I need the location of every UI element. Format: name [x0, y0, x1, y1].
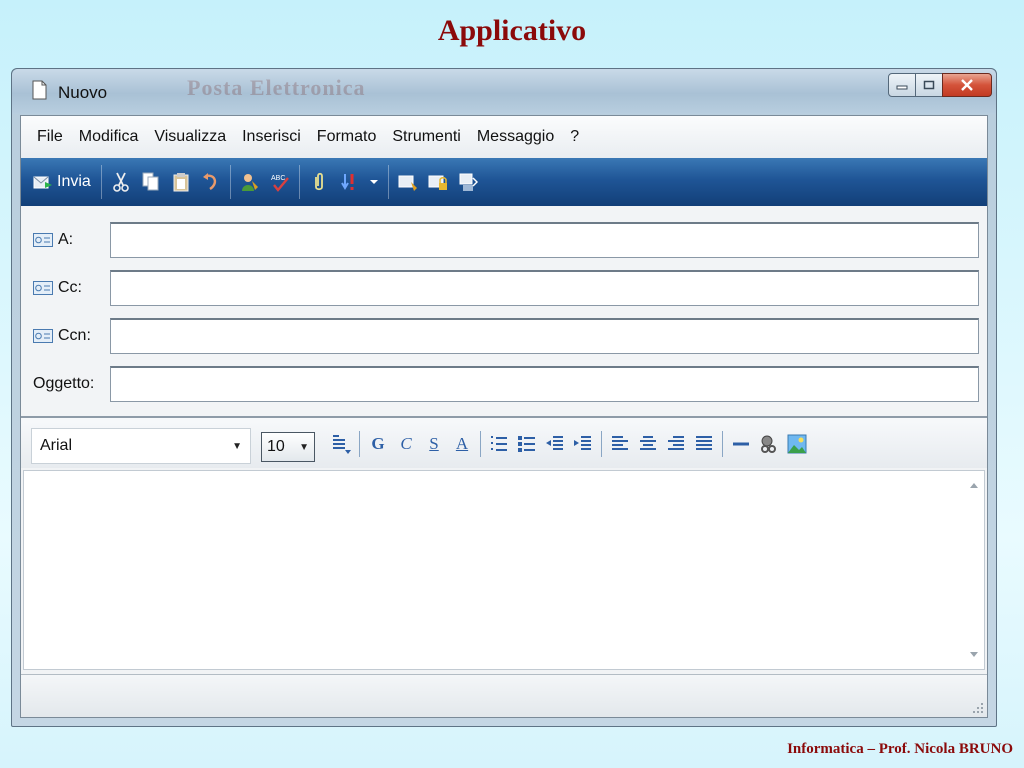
bcc-label-button[interactable]: Ccn: — [33, 327, 91, 345]
format-separator — [359, 431, 360, 457]
minimize-icon — [896, 85, 908, 90]
close-button[interactable] — [942, 73, 992, 97]
header-pane: A: Cc: Ccn: Oggetto: — [21, 206, 987, 418]
font-select-value: Arial — [40, 437, 73, 454]
font-color-button[interactable]: A — [451, 433, 473, 455]
align-left-icon[interactable] — [609, 433, 631, 455]
resize-grip-icon[interactable] — [972, 702, 984, 714]
send-icon — [33, 176, 52, 189]
sign-icon[interactable] — [397, 171, 419, 193]
subject-label: Oggetto: — [33, 375, 95, 392]
send-button[interactable]: Invia — [27, 167, 97, 197]
formatting-toolbar: Arial ▼ 10 ▼ G C S A — [21, 418, 987, 468]
encrypt-icon[interactable] — [427, 171, 449, 193]
decrease-indent-icon[interactable] — [544, 433, 566, 455]
to-label: A: — [58, 231, 74, 248]
spellcheck-icon[interactable]: ABC — [269, 171, 291, 193]
to-field[interactable] — [110, 222, 979, 258]
cc-field[interactable] — [110, 270, 979, 306]
menu-edit[interactable]: Modifica — [79, 128, 139, 146]
chevron-down-icon: ▼ — [232, 440, 242, 452]
subject-row: Oggetto: — [21, 366, 987, 404]
menu-view[interactable]: Visualizza — [154, 128, 226, 146]
bcc-field[interactable] — [110, 318, 979, 354]
cc-label: Cc: — [58, 279, 82, 296]
send-label: Invia — [57, 173, 91, 190]
font-select[interactable]: Arial ▼ — [31, 428, 251, 464]
main-toolbar: Invia ABC — [21, 158, 987, 206]
numbered-list-icon[interactable] — [488, 433, 510, 455]
compose-window: Nuovo Posta Elettronica File Modifica Vi… — [11, 68, 997, 727]
title-watermark: Posta Elettronica — [187, 75, 366, 100]
menu-message[interactable]: Messaggio — [477, 128, 554, 146]
to-label-button[interactable]: A: — [33, 231, 73, 249]
contact-card-icon — [33, 329, 53, 343]
to-row: A: — [21, 222, 987, 260]
toolbar-separator — [298, 165, 300, 199]
toolbar-separator — [100, 165, 102, 199]
status-bar — [21, 674, 987, 717]
contact-card-icon — [33, 233, 53, 247]
menu-file[interactable]: File — [37, 128, 63, 146]
menu-help[interactable]: ? — [570, 128, 579, 146]
align-center-icon[interactable] — [637, 433, 659, 455]
contact-card-icon — [33, 281, 53, 295]
increase-indent-icon[interactable] — [572, 433, 594, 455]
priority-icon[interactable] — [338, 171, 360, 193]
menu-tools[interactable]: Strumenti — [392, 128, 460, 146]
bullet-list-icon[interactable] — [516, 433, 538, 455]
bcc-row: Ccn: — [21, 318, 987, 356]
slide-title: Applicativo — [437, 14, 587, 47]
align-right-icon[interactable] — [665, 433, 687, 455]
toolbar-separator — [387, 165, 389, 199]
scroll-up-icon[interactable] — [970, 483, 978, 488]
insert-image-icon[interactable] — [786, 433, 808, 455]
bold-button[interactable]: G — [367, 433, 389, 455]
cut-icon[interactable] — [110, 171, 132, 193]
priority-dropdown-icon[interactable] — [368, 171, 380, 193]
horizontal-line-icon[interactable] — [730, 433, 752, 455]
menu-format[interactable]: Formato — [317, 128, 377, 146]
undo-icon[interactable] — [200, 171, 222, 193]
subject-label-wrap: Oggetto: — [33, 375, 94, 393]
cc-row: Cc: — [21, 270, 987, 308]
format-separator — [480, 431, 481, 457]
slide-footer: Informatica – Prof. Nicola BRUNO — [787, 741, 1013, 757]
address-book-icon[interactable] — [239, 171, 261, 193]
justify-icon[interactable] — [693, 433, 715, 455]
paste-icon[interactable] — [170, 171, 192, 193]
svg-text:ABC: ABC — [271, 175, 285, 182]
vertical-scrollbar[interactable] — [966, 471, 984, 669]
menu-insert[interactable]: Inserisci — [242, 128, 301, 146]
hyperlink-icon[interactable] — [758, 433, 780, 455]
font-size-value: 10 — [267, 438, 285, 455]
menu-bar: File Modifica Visualizza Inserisci Forma… — [21, 116, 987, 158]
close-icon — [961, 79, 973, 91]
maximize-icon — [923, 80, 935, 90]
attach-icon[interactable] — [308, 171, 330, 193]
window-title: Nuovo — [58, 83, 108, 102]
cc-label-button[interactable]: Cc: — [33, 279, 82, 297]
window-client: File Modifica Visualizza Inserisci Forma… — [20, 115, 988, 718]
format-separator — [601, 431, 602, 457]
paragraph-style-icon[interactable] — [330, 433, 352, 455]
new-message-icon — [32, 80, 47, 100]
scroll-down-icon[interactable] — [970, 652, 978, 657]
minimize-button[interactable] — [888, 73, 916, 97]
maximize-button[interactable] — [915, 73, 943, 97]
offline-icon[interactable] — [457, 171, 479, 193]
bcc-label: Ccn: — [58, 327, 91, 344]
format-separator — [722, 431, 723, 457]
font-size-select[interactable]: 10 ▼ — [261, 432, 315, 462]
underline-button[interactable]: S — [423, 433, 445, 455]
italic-button[interactable]: C — [395, 433, 417, 455]
chevron-down-icon: ▼ — [299, 441, 309, 453]
message-body[interactable] — [23, 470, 985, 670]
subject-field[interactable] — [110, 366, 979, 402]
title-bar[interactable]: Nuovo Posta Elettronica — [12, 69, 996, 114]
toolbar-separator — [229, 165, 231, 199]
copy-icon[interactable] — [140, 171, 162, 193]
